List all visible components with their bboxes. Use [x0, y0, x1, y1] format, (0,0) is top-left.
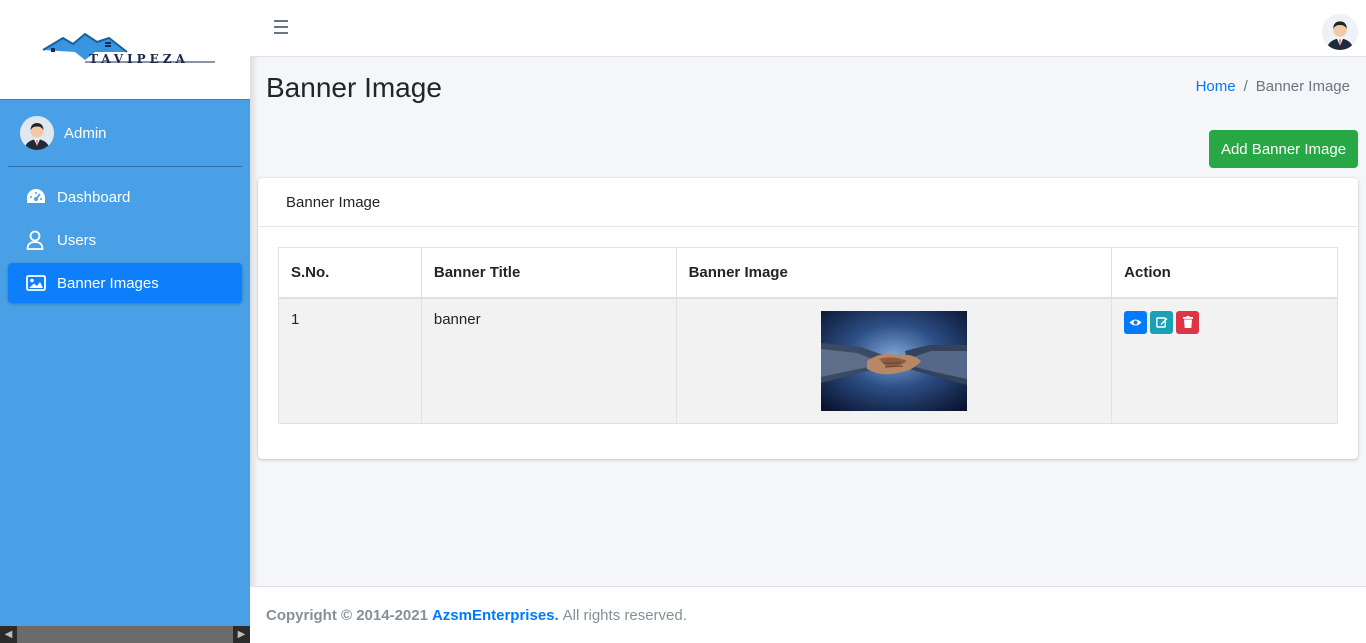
- user-avatar[interactable]: [1322, 14, 1358, 50]
- brand-logo[interactable]: TAVIPEZA: [0, 0, 250, 100]
- sidebar-nav: Dashboard Users Banner Images: [0, 167, 250, 303]
- cell-actions: [1111, 297, 1338, 424]
- sidebar-item-label: Users: [57, 231, 97, 249]
- sidebar-item-dashboard[interactable]: Dashboard: [8, 177, 242, 217]
- row-actions: [1124, 310, 1325, 334]
- avatar: [20, 116, 54, 150]
- cell-banner-title: banner: [420, 297, 677, 424]
- hamburger-icon[interactable]: [274, 20, 288, 34]
- eye-icon: [1129, 318, 1142, 326]
- sidebar-item-banner-images[interactable]: Banner Images: [8, 263, 242, 303]
- edit-button[interactable]: [1150, 310, 1174, 334]
- add-banner-image-button[interactable]: Add Banner Image: [1209, 130, 1358, 168]
- dashboard-icon: [26, 187, 48, 207]
- user-icon: [26, 230, 48, 250]
- brand-name: TAVIPEZA: [89, 51, 189, 66]
- image-icon: [26, 273, 48, 293]
- sidebar-item-users[interactable]: Users: [8, 220, 242, 260]
- sidebar: TAVIPEZA Admin Dashboard Users Banner Im…: [0, 0, 250, 643]
- column-header-sno: S.No.: [278, 247, 422, 299]
- admin-avatar-icon: [20, 116, 54, 150]
- breadcrumb-separator: /: [1243, 78, 1248, 95]
- card-body: S.No. Banner Title Banner Image Action 1…: [258, 227, 1358, 444]
- cell-sno: 1: [278, 297, 422, 424]
- banner-table: S.No. Banner Title Banner Image Action 1…: [278, 247, 1338, 424]
- footer-rights: All rights reserved.: [562, 606, 687, 624]
- logo: TAVIPEZA: [35, 30, 215, 70]
- column-header-action: Action: [1111, 247, 1338, 299]
- footer: Copyright © 2014-2021 AzsmEnterprises. A…: [250, 586, 1366, 643]
- view-button[interactable]: [1124, 310, 1148, 334]
- column-header-banner-image: Banner Image: [675, 247, 1113, 299]
- scroll-left-icon[interactable]: ◀: [0, 626, 17, 643]
- footer-copyright: Copyright © 2014-2021: [266, 606, 428, 624]
- banner-image-card: Banner Image S.No. Banner Title Banner I…: [258, 178, 1358, 459]
- sidebar-scrollbar[interactable]: ◀ ▶: [0, 626, 250, 643]
- top-navbar: [250, 0, 1366, 57]
- page-title: Banner Image: [266, 72, 442, 103]
- handshake-image: [820, 310, 967, 411]
- edit-icon: [1155, 317, 1168, 328]
- user-panel[interactable]: Admin: [8, 100, 242, 167]
- user-name: Admin: [64, 124, 107, 142]
- sidebar-item-label: Banner Images: [57, 274, 159, 292]
- sidebar-item-label: Dashboard: [57, 188, 131, 206]
- table-header-row: S.No. Banner Title Banner Image Action: [278, 247, 1338, 299]
- card-title: Banner Image: [258, 178, 1358, 227]
- table-row: 1 banner: [278, 297, 1338, 424]
- scroll-right-icon[interactable]: ▶: [233, 626, 250, 643]
- trash-icon: [1182, 316, 1193, 328]
- footer-company-link[interactable]: AzsmEnterprises.: [432, 607, 559, 624]
- cell-banner-image: [675, 297, 1113, 424]
- admin-avatar-icon: [1322, 14, 1358, 50]
- breadcrumb-home-link[interactable]: Home: [1196, 78, 1236, 95]
- breadcrumb: Home / Banner Image: [1196, 78, 1350, 95]
- breadcrumb-current: Banner Image: [1255, 78, 1350, 95]
- delete-button[interactable]: [1176, 310, 1200, 334]
- column-header-banner-title: Banner Title: [420, 247, 677, 299]
